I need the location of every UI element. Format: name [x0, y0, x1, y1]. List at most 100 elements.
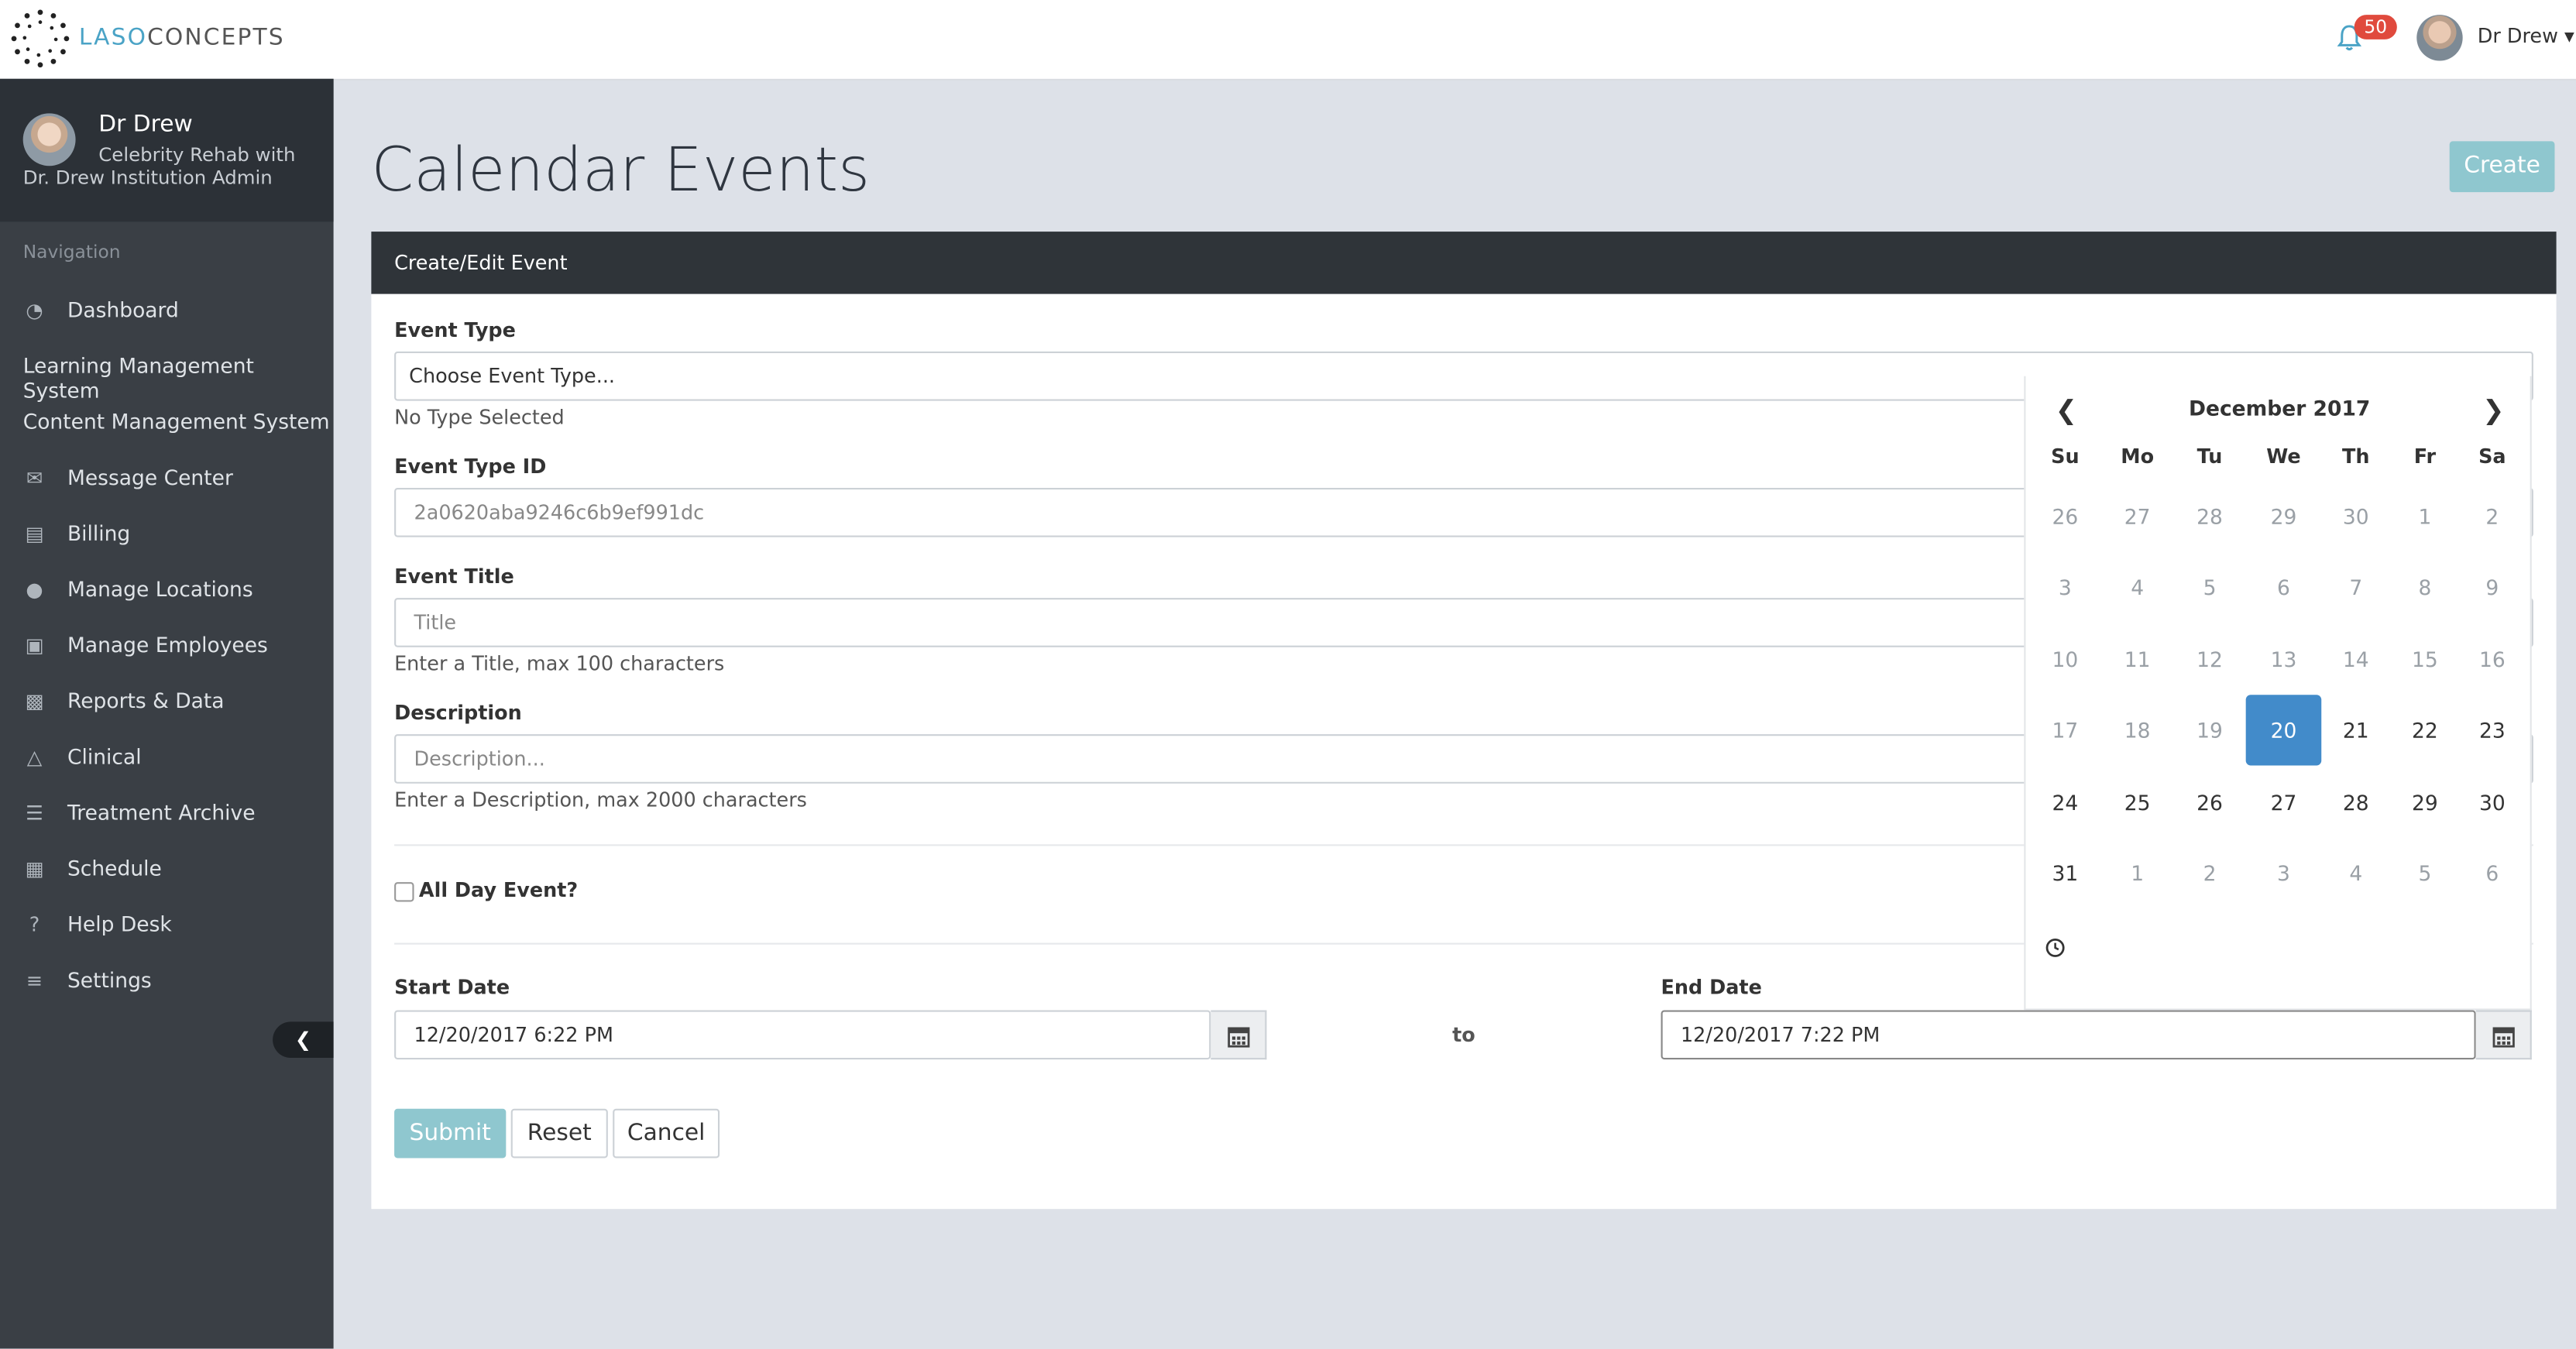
- profile-role: Dr. Drew Institution Admin: [22, 166, 273, 189]
- calendar-day[interactable]: 12: [2172, 624, 2248, 695]
- database-icon: ☰: [26, 802, 43, 825]
- end-date-label: End Date: [1661, 975, 1762, 999]
- money-icon: ▤: [25, 522, 44, 546]
- sidebar-item-settings[interactable]: ≡ Settings: [0, 953, 334, 1008]
- calendar-day[interactable]: 6: [2454, 838, 2530, 908]
- calendar-day[interactable]: 15: [2387, 624, 2463, 695]
- start-date-calendar-button[interactable]: [1211, 1010, 1267, 1060]
- calendar-day[interactable]: 9: [2454, 553, 2530, 623]
- calendar-day[interactable]: 3: [2246, 838, 2322, 908]
- calendar-day[interactable]: 29: [2387, 767, 2463, 837]
- calendar-day[interactable]: 22: [2387, 695, 2463, 766]
- calendar-day[interactable]: 16: [2454, 624, 2530, 695]
- sidebar-item-manage-locations[interactable]: ● Manage Locations: [0, 561, 334, 617]
- calendar-day-selected[interactable]: 20: [2245, 695, 2322, 766]
- nav-heading: Navigation: [22, 241, 121, 263]
- chevron-right-icon[interactable]: ❯: [2482, 394, 2504, 425]
- calendar-day[interactable]: 28: [2318, 767, 2394, 837]
- calendar-day[interactable]: 7: [2318, 553, 2394, 623]
- calendar-day[interactable]: 31: [2028, 838, 2104, 908]
- calendar-day[interactable]: 2: [2172, 838, 2248, 908]
- reset-button[interactable]: Reset: [510, 1108, 608, 1158]
- avatar[interactable]: [2416, 15, 2463, 61]
- sidebar-item-label: Manage Locations: [67, 576, 253, 602]
- calendar-day[interactable]: 10: [2028, 624, 2104, 695]
- calendar-day[interactable]: 25: [2100, 767, 2176, 837]
- brand-wordmark[interactable]: LASOCONCEPTS: [79, 25, 285, 51]
- calendar-day[interactable]: 26: [2028, 482, 2104, 552]
- flask-icon: △: [26, 746, 43, 769]
- create-button[interactable]: Create: [2449, 141, 2555, 193]
- weekday-header: Mo: [2121, 445, 2155, 469]
- sidebar-item-label: Billing: [67, 520, 131, 546]
- calendar-day[interactable]: 8: [2387, 553, 2463, 623]
- user-menu[interactable]: Dr Drew ▾: [2478, 25, 2574, 48]
- profile-institution: Celebrity Rehab with: [98, 142, 296, 166]
- sidebar-collapse-button[interactable]: ❮: [273, 1021, 334, 1059]
- sidebar-item-schedule[interactable]: ▦ Schedule: [0, 841, 334, 897]
- notification-badge[interactable]: 50: [2354, 15, 2397, 39]
- date-picker: ❮ December 2017 ❯ Su Mo Tu We Th Fr Sa 26 27 28 29…: [2024, 376, 2533, 1011]
- end-date-calendar-button[interactable]: [2475, 1010, 2532, 1060]
- caret-down-icon: ▾: [2564, 24, 2574, 48]
- start-date-label: Start Date: [394, 975, 510, 999]
- calendar-day[interactable]: 30: [2454, 767, 2530, 837]
- sidebar-item-lms[interactable]: Learning Management System: [0, 338, 334, 403]
- calendar-day[interactable]: 5: [2172, 553, 2248, 623]
- weekday-header: Sa: [2478, 445, 2506, 469]
- sidebar-item-cms[interactable]: Content Management System: [0, 394, 334, 450]
- chevron-left-icon: ❮: [294, 1028, 312, 1052]
- calendar-day[interactable]: 27: [2100, 482, 2176, 552]
- calendar-day[interactable]: 18: [2100, 695, 2176, 766]
- sidebar-item-treatment-archive[interactable]: ☰ Treatment Archive: [0, 785, 334, 841]
- calendar-day[interactable]: 30: [2318, 482, 2394, 552]
- calendar-day[interactable]: 4: [2100, 553, 2176, 623]
- sidebar-item-dashboard[interactable]: ◔ Dashboard: [0, 283, 334, 338]
- sidebar-item-reports-data[interactable]: ▩ Reports & Data: [0, 674, 334, 729]
- calendar-day[interactable]: 21: [2318, 695, 2394, 766]
- sidebar-item-label: Message Center: [67, 465, 233, 490]
- sidebar-item-help-desk[interactable]: ? Help Desk: [0, 897, 334, 953]
- panel-title: Create/Edit Event: [394, 251, 568, 275]
- weekday-header: Fr: [2413, 445, 2437, 469]
- envelope-icon: ✉: [26, 466, 43, 490]
- sidebar-item-label: Help Desk: [67, 911, 172, 937]
- sidebar-item-manage-employees[interactable]: ▣ Manage Employees: [0, 618, 334, 674]
- calendar-day[interactable]: 5: [2387, 838, 2463, 908]
- calendar-day[interactable]: 13: [2246, 624, 2322, 695]
- end-date-input[interactable]: 12/20/2017 7:22 PM: [1661, 1010, 2476, 1060]
- calendar-day[interactable]: 26: [2172, 767, 2248, 837]
- sidebar-item-label: Manage Employees: [67, 632, 268, 657]
- question-circle-icon: ?: [29, 913, 40, 937]
- calendar-day[interactable]: 3: [2028, 553, 2104, 623]
- clock-icon[interactable]: [2045, 938, 2065, 957]
- sidebar-item-clinical[interactable]: △ Clinical: [0, 729, 334, 785]
- user-name: Dr Drew: [2477, 24, 2558, 48]
- calendar-day[interactable]: 19: [2172, 695, 2248, 766]
- calendar-day[interactable]: 11: [2100, 624, 2176, 695]
- date-picker-month[interactable]: December 2017: [2025, 396, 2533, 420]
- calendar-day[interactable]: 17: [2028, 695, 2104, 766]
- all-day-checkbox[interactable]: [394, 882, 414, 902]
- laso-logo-icon[interactable]: [10, 9, 70, 69]
- sidebar-item-label: Treatment Archive: [67, 800, 256, 825]
- calendar-day[interactable]: 4: [2318, 838, 2394, 908]
- weekday-header: Tu: [2196, 445, 2223, 469]
- calendar-day[interactable]: 27: [2246, 767, 2322, 837]
- calendar-day[interactable]: 23: [2454, 695, 2530, 766]
- sidebar-item-billing[interactable]: ▤ Billing: [0, 506, 334, 561]
- calendar-day[interactable]: 2: [2454, 482, 2530, 552]
- calendar-day[interactable]: 1: [2387, 482, 2463, 552]
- sidebar-item-label: Settings: [67, 967, 152, 993]
- start-date-input[interactable]: 12/20/2017 6:22 PM: [394, 1010, 1211, 1060]
- submit-button[interactable]: Submit: [394, 1108, 507, 1158]
- cancel-button[interactable]: Cancel: [613, 1108, 720, 1158]
- sidebar-item-message-center[interactable]: ✉ Message Center: [0, 450, 334, 506]
- calendar-day[interactable]: 28: [2172, 482, 2248, 552]
- calendar-day[interactable]: 14: [2318, 624, 2394, 695]
- brand-part-b: CONCEPTS: [147, 24, 285, 51]
- calendar-day[interactable]: 6: [2246, 553, 2322, 623]
- calendar-day[interactable]: 1: [2100, 838, 2176, 908]
- calendar-day[interactable]: 29: [2246, 482, 2322, 552]
- calendar-day[interactable]: 24: [2028, 767, 2104, 837]
